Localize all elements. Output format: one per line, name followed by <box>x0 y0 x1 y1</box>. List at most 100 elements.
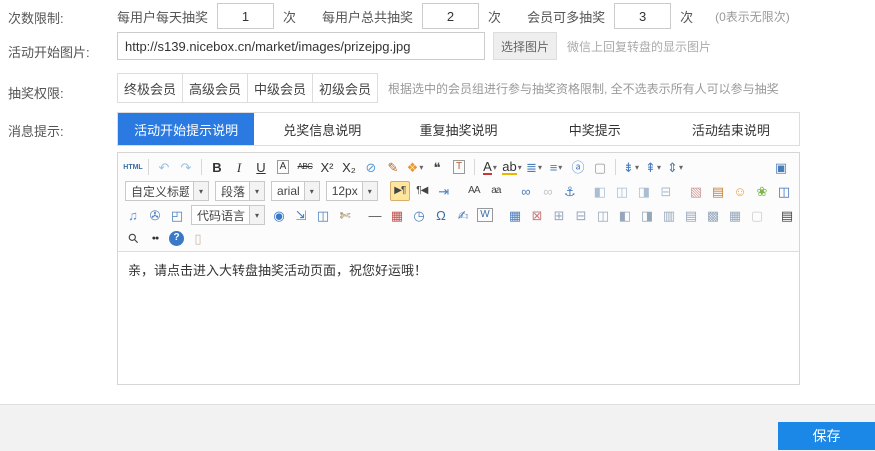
insert-date-icon[interactable]: ▦ <box>387 205 407 225</box>
search-replace-icon[interactable]: ●● <box>145 228 165 248</box>
horizontal-rule-icon[interactable]: — <box>365 205 385 225</box>
strikethrough-icon[interactable]: ABC <box>295 157 315 177</box>
formula-icon[interactable]: ✍ <box>453 205 473 225</box>
font-color-icon[interactable]: A▾ <box>480 157 500 177</box>
delete-table-icon[interactable]: ⊠ <box>527 205 547 225</box>
chevron-down-icon: ▾ <box>362 182 377 200</box>
screen-capture-icon[interactable]: ✄ <box>335 205 355 225</box>
fullscreen-icon[interactable]: ▣ <box>771 157 791 177</box>
paste-text-icon[interactable]: T <box>449 157 469 177</box>
attachment-icon[interactable]: ✇ <box>145 205 165 225</box>
ordered-list-icon[interactable]: ≣▾ <box>524 157 544 177</box>
permission-junior-member-button[interactable]: 初级会员 <box>312 73 378 103</box>
table-full-width-icon[interactable]: ▩ <box>703 205 723 225</box>
tab-activity-end[interactable]: 活动结束说明 <box>663 113 799 145</box>
tab-activity-start-tip[interactable]: 活动开始提示说明 <box>118 113 254 145</box>
start-image-url-input[interactable] <box>117 32 485 60</box>
table-title-icon[interactable]: ⊞ <box>549 205 569 225</box>
tab-win-prompt[interactable]: 中奖提示 <box>527 113 663 145</box>
paste-icon[interactable]: ▯ <box>188 228 208 248</box>
pick-image-button[interactable]: 选择图片 <box>493 32 557 60</box>
special-char-icon[interactable]: Ω <box>431 205 451 225</box>
paragraph-select[interactable]: 段落▾ <box>215 181 265 201</box>
new-document-icon[interactable]: ▢ <box>590 157 610 177</box>
table-align-right-icon[interactable]: ▤ <box>681 205 701 225</box>
auto-link-icon[interactable]: ⓐ <box>568 157 588 177</box>
table-grid-icon[interactable]: ▦ <box>725 205 745 225</box>
image-placeholder-icon[interactable]: ▧ <box>686 181 706 201</box>
image-align-left-icon[interactable]: ◧ <box>590 181 610 201</box>
print-icon[interactable]: ▤ <box>777 205 797 225</box>
insert-row-icon[interactable]: ⊟ <box>571 205 591 225</box>
style-select[interactable]: 自定义标题▾ <box>125 181 209 201</box>
underline-icon[interactable]: U <box>251 157 271 177</box>
subscript-icon[interactable]: X₂ <box>339 157 359 177</box>
start-image-row: 选择图片 微信上回复转盘的显示图片 <box>117 32 711 60</box>
save-button[interactable]: 保存 <box>778 422 875 450</box>
word-import-icon[interactable]: W <box>475 205 495 225</box>
line-height-icon[interactable]: ⇕▾ <box>665 157 685 177</box>
format-brush-icon[interactable]: ✎ <box>383 157 403 177</box>
insert-music-icon[interactable]: ♫ <box>123 205 143 225</box>
html-source-button[interactable]: HTML <box>123 157 143 177</box>
preview-icon[interactable]: ⚲ <box>119 224 147 252</box>
tab-repeat-draw[interactable]: 重复抽奖说明 <box>390 113 526 145</box>
insert-time-icon[interactable]: ◷ <box>409 205 429 225</box>
paragraph-spacing-icon[interactable]: ⇟▾ <box>621 157 641 177</box>
italic-icon[interactable]: I <box>229 157 249 177</box>
insert-col-icon[interactable]: ◫ <box>593 205 613 225</box>
merge-cells-icon[interactable]: ◧ <box>615 205 635 225</box>
insert-image-icon[interactable]: ▤ <box>708 181 728 201</box>
page-template-icon[interactable]: ▢ <box>747 205 767 225</box>
text-align-icon[interactable]: ⇞▾ <box>643 157 663 177</box>
image-center-icon[interactable]: ⊟ <box>656 181 676 201</box>
permission-intermediate-member-button[interactable]: 中级会员 <box>247 73 313 103</box>
image-inline-icon[interactable]: ◫ <box>612 181 632 201</box>
page-break-icon[interactable]: ⇲ <box>291 205 311 225</box>
total-draw-input[interactable] <box>422 3 479 29</box>
permission-ultimate-member-button[interactable]: 终极会员 <box>117 73 183 103</box>
split-cells-icon[interactable]: ◨ <box>637 205 657 225</box>
table-align-left-icon[interactable]: ▥ <box>659 205 679 225</box>
remove-format-icon[interactable]: ⊘ <box>361 157 381 177</box>
rich-text-editor: HTML↶↷BIUAABCX²X₂⊘✎❖▾❝TA▾ab▾≣▾≡▾ⓐ▢⇟▾⇞▾⇕▾… <box>117 152 800 385</box>
font-family-select[interactable]: arial▾ <box>271 181 320 201</box>
indent-icon[interactable]: ⇥ <box>434 181 454 201</box>
link-icon[interactable]: ∞ <box>516 181 536 201</box>
permission-senior-member-button[interactable]: 高级会员 <box>182 73 248 103</box>
insert-video-icon[interactable]: ◫ <box>774 181 794 201</box>
member-extra-draw-input[interactable] <box>614 3 671 29</box>
chevron-down-icon: ▾ <box>193 182 208 200</box>
insert-table-icon[interactable]: ▦ <box>505 205 525 225</box>
auto-typeset-icon[interactable]: ❖▾ <box>405 157 425 177</box>
font-border-icon[interactable]: A <box>273 157 293 177</box>
help-icon[interactable]: ? <box>169 231 184 246</box>
code-block-icon[interactable]: ◉ <box>269 205 289 225</box>
insert-frame-icon[interactable]: ◰ <box>167 205 187 225</box>
to-lowercase-icon[interactable]: aa <box>486 181 506 201</box>
footer-bar: 保存 <box>0 404 875 451</box>
editor-content[interactable]: 亲，请点击进入大转盘抽奖活动页面，祝您好运哦！ <box>118 252 799 390</box>
rtl-icon[interactable]: ¶◀ <box>412 181 432 201</box>
anchor-icon[interactable]: ⚓ <box>560 181 580 201</box>
superscript-icon[interactable]: X² <box>317 157 337 177</box>
redo-icon[interactable]: ↷ <box>176 157 196 177</box>
undo-icon[interactable]: ↶ <box>154 157 174 177</box>
unlink-icon[interactable]: ∞ <box>538 181 558 201</box>
toolbar-separator <box>474 159 475 175</box>
bold-icon[interactable]: B <box>207 157 227 177</box>
ltr-icon[interactable]: ▶¶ <box>390 181 410 201</box>
emotion-icon[interactable]: ☺ <box>730 181 750 201</box>
columns-icon[interactable]: ◫ <box>313 205 333 225</box>
permission-label: 抽奖权限: <box>8 83 64 102</box>
code-language-select[interactable]: 代码语言▾ <box>191 205 265 225</box>
highlight-color-icon[interactable]: ab▾ <box>502 157 522 177</box>
image-align-right-icon[interactable]: ◨ <box>634 181 654 201</box>
font-size-select[interactable]: 12px▾ <box>326 181 378 201</box>
scrawl-icon[interactable]: ❀ <box>752 181 772 201</box>
per-day-draw-input[interactable] <box>217 3 274 29</box>
unordered-list-icon[interactable]: ≡▾ <box>546 157 566 177</box>
tab-redeem-info[interactable]: 兑奖信息说明 <box>254 113 390 145</box>
to-uppercase-icon[interactable]: AA <box>464 181 484 201</box>
blockquote-icon[interactable]: ❝ <box>427 157 447 177</box>
